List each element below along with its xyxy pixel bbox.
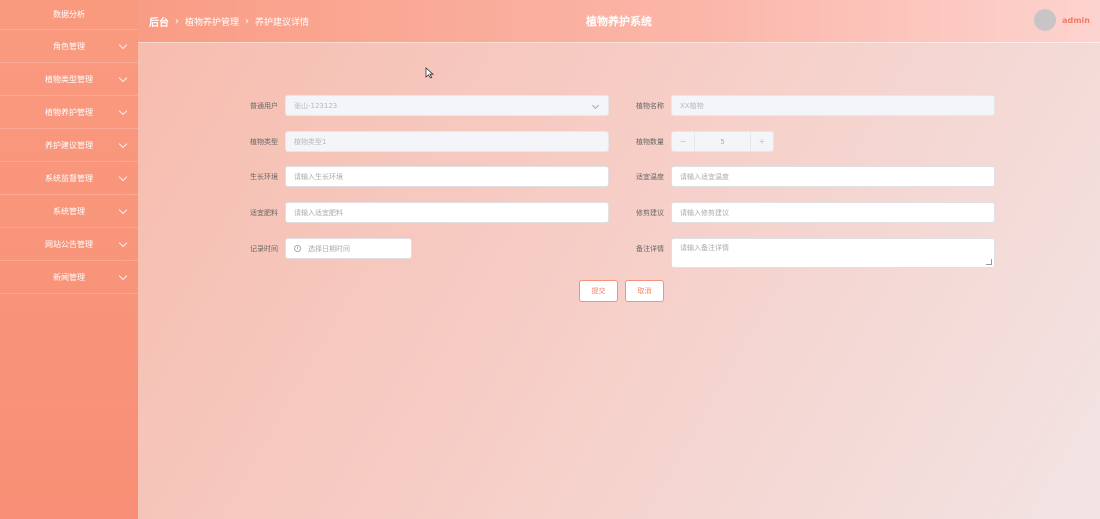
cancel-button[interactable]: 取消 (625, 280, 664, 302)
sidebar-item-care-advice-management[interactable]: 养护建议管理 (0, 129, 138, 162)
field-label: 植物数量 (636, 137, 664, 146)
field-label: 适宜肥料 (250, 208, 278, 217)
field-user: 普通用户 张山-123123 (238, 95, 609, 116)
field-label: 普通用户 (250, 101, 278, 110)
field-label: 适宜温度 (636, 172, 664, 181)
sidebar-item-label: 植物养护管理 (45, 107, 93, 117)
sidebar-item-site-announcements[interactable]: 网站公告管理 (0, 228, 138, 261)
field-label: 植物类型 (250, 137, 278, 146)
user-select-value: 张山-123123 (294, 101, 338, 110)
sidebar-item-plant-care-management[interactable]: 植物养护管理 (0, 96, 138, 129)
sidebar-item-news-management[interactable]: 新闻管理 (0, 261, 138, 294)
field-plant-count: 植物数量 − 5 + (624, 131, 774, 152)
plant-type-value: 植物类型1 (294, 137, 327, 146)
field-plant-type: 植物类型 植物类型1 (238, 131, 609, 152)
plant-name-value: XX植物 (680, 101, 704, 110)
field-temperature: 适宜温度 请输入适宜温度 (624, 166, 995, 187)
chevron-down-icon (118, 271, 128, 281)
chevron-down-icon (591, 101, 600, 110)
user-select[interactable]: 张山-123123 (285, 95, 609, 116)
record-time-placeholder: 选择日期时间 (308, 244, 350, 253)
chevron-down-icon (118, 139, 128, 149)
sidebar-item-system-management[interactable]: 系统管理 (0, 195, 138, 228)
field-label: 记录时间 (250, 244, 278, 253)
sidebar-item-label: 植物类型管理 (45, 74, 93, 84)
sidebar-item-label: 网站公告管理 (45, 239, 93, 249)
sidebar-item-label: 养护建议管理 (45, 140, 93, 150)
sidebar-item-label: 系统管理 (53, 206, 85, 216)
field-record-time: 记录时间 选择日期时间 (238, 238, 412, 259)
notes-placeholder: 请输入备注详情 (680, 244, 729, 252)
field-plant-name: 植物名称 XX植物 (624, 95, 995, 116)
clock-icon (294, 245, 301, 252)
field-label: 生长环境 (250, 172, 278, 181)
sidebar: 数据分析 角色管理 植物类型管理 植物养护管理 养护建议管理 系统监督管理 系统… (0, 0, 138, 519)
user-menu[interactable]: admin (1034, 9, 1090, 31)
sidebar-item-system-supervision[interactable]: 系统监督管理 (0, 162, 138, 195)
plant-count-value[interactable]: 5 (695, 132, 750, 151)
sidebar-item-plant-type-management[interactable]: 植物类型管理 (0, 63, 138, 96)
chevron-down-icon (118, 205, 128, 215)
field-environment: 生长环境 请输入生长环境 (238, 166, 609, 187)
temperature-input[interactable]: 请输入适宜温度 (671, 166, 995, 187)
chevron-down-icon (118, 40, 128, 50)
sidebar-item-label: 角色管理 (53, 41, 85, 51)
sidebar-item-label: 系统监督管理 (45, 173, 93, 183)
notes-textarea[interactable]: 请输入备注详情 (671, 238, 995, 268)
field-label: 修剪建议 (636, 208, 664, 217)
plant-type-input[interactable]: 植物类型1 (285, 131, 609, 152)
record-time-picker[interactable]: 选择日期时间 (285, 238, 412, 259)
sidebar-item-role-management[interactable]: 角色管理 (0, 30, 138, 63)
plant-name-input[interactable]: XX植物 (671, 95, 995, 116)
chevron-down-icon (118, 172, 128, 182)
sidebar-item-data-analysis[interactable]: 数据分析 (0, 0, 138, 30)
fertilizer-input[interactable]: 请输入适宜肥料 (285, 202, 609, 223)
chevron-down-icon (118, 73, 128, 83)
submit-button[interactable]: 提交 (579, 280, 618, 302)
increment-button[interactable]: + (750, 132, 773, 151)
username[interactable]: admin (1062, 16, 1090, 25)
sidebar-item-label: 新闻管理 (53, 272, 85, 282)
environment-input[interactable]: 请输入生长环境 (285, 166, 609, 187)
plant-count-stepper: − 5 + (671, 131, 774, 152)
top-header: 后台 › 植物养护管理 › 养护建议详情 植物养护系统 admin (138, 0, 1100, 43)
field-pruning: 修剪建议 请输入修剪建议 (624, 202, 995, 223)
field-label: 备注详情 (636, 245, 664, 253)
mouse-cursor-icon (425, 67, 435, 79)
field-fertilizer: 适宜肥料 请输入适宜肥料 (238, 202, 609, 223)
temperature-placeholder: 请输入适宜温度 (680, 172, 729, 181)
sidebar-item-label: 数据分析 (53, 10, 85, 19)
resize-handle-icon[interactable] (986, 259, 992, 265)
environment-placeholder: 请输入生长环境 (294, 172, 343, 181)
system-title: 植物养护系统 (586, 15, 652, 28)
field-notes: 备注详情 请输入备注详情 (624, 238, 995, 268)
fertilizer-placeholder: 请输入适宜肥料 (294, 208, 343, 217)
pruning-placeholder: 请输入修剪建议 (680, 208, 729, 217)
chevron-down-icon (118, 106, 128, 116)
field-label: 植物名称 (636, 101, 664, 110)
pruning-input[interactable]: 请输入修剪建议 (671, 202, 995, 223)
chevron-down-icon (118, 238, 128, 248)
avatar[interactable] (1034, 9, 1057, 31)
decrement-button[interactable]: − (672, 132, 695, 151)
